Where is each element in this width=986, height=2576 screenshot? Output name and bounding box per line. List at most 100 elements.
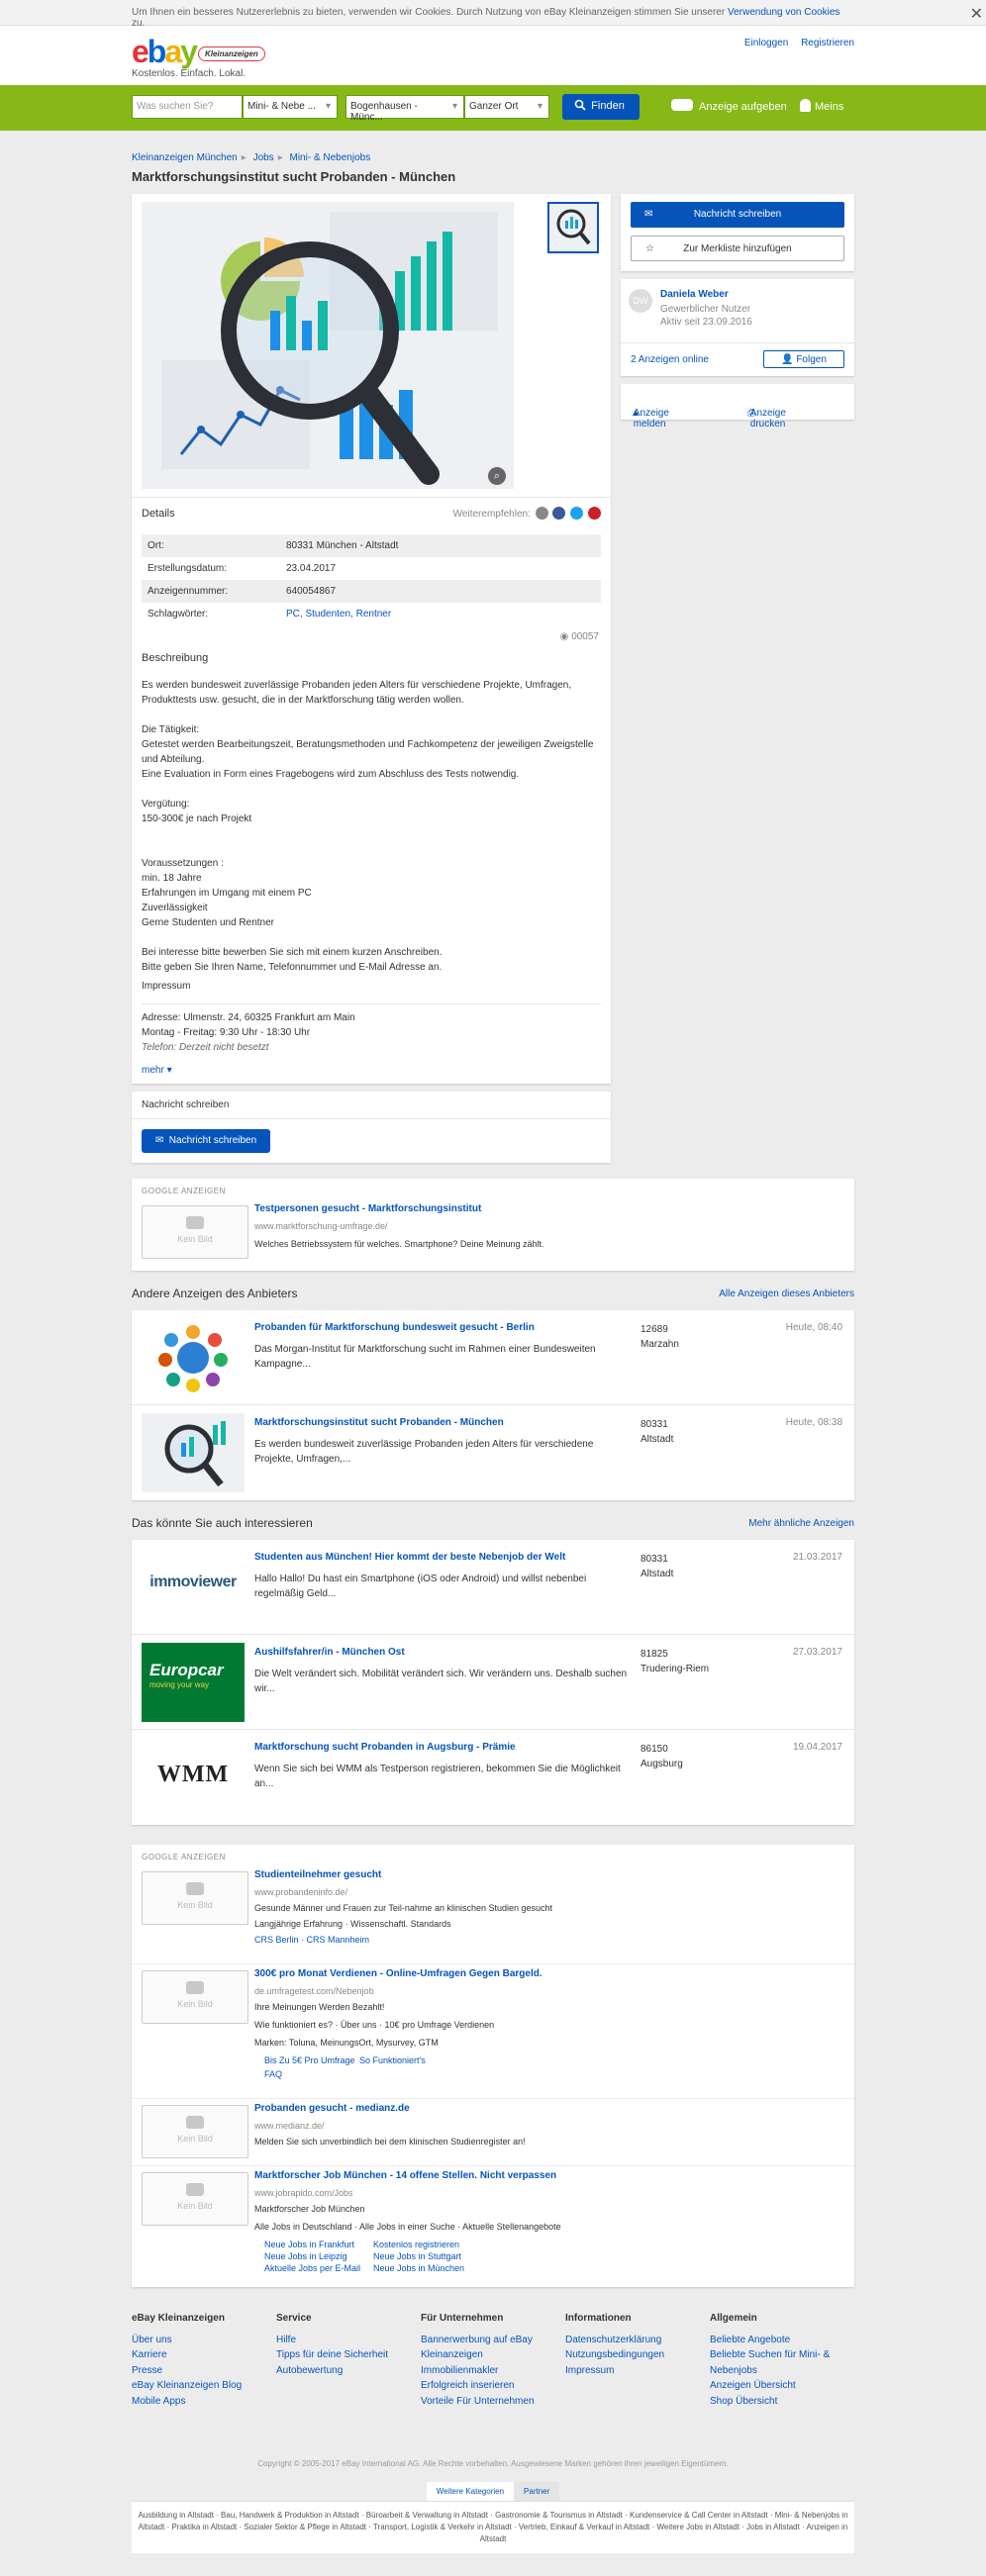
ad-title[interactable]: Studenten aus München! Hier kommt der be… [254,1552,565,1563]
more-similar-link[interactable]: Mehr ähnliche Anzeigen [748,1518,854,1529]
zoom-icon[interactable]: ⌕ [488,467,506,485]
tab-partner[interactable]: Partner [514,2482,560,2501]
footer-link[interactable]: Datenschutzerklärung [565,2333,704,2348]
footer-link[interactable]: Autobewertung [276,2363,415,2379]
find-button[interactable]: Finden [562,94,640,120]
list-item[interactable]: immoviewer Studenten aus München! Hier k… [132,1540,854,1635]
footer-link[interactable]: eBay Kleinanzeigen Blog [132,2378,270,2394]
immoviewer-logo[interactable]: immoviewer [142,1548,245,1627]
attribute-row: Erstellungsdatum: 23.04.2017 [148,563,337,574]
footer-link[interactable]: Vorteile Für Unternehmen [421,2394,559,2410]
list-item[interactable]: Marktforschungsinstitut sucht Probanden … [132,1405,854,1500]
location-input[interactable]: Bogenhausen - Münc... [345,95,464,123]
google-ad-sitelink[interactable]: Neue Jobs in Frankfurt [264,2240,354,2249]
google-ad-title[interactable]: 300€ pro Monat Verdienen - Online-Umfrag… [254,1968,542,1979]
footer-link[interactable]: Beliebte Suchen für Mini- & [710,2347,848,2363]
post-ad-link[interactable]: Anzeige aufgeben [671,99,787,113]
tab-more-categories[interactable]: Weitere Kategorien [426,2482,515,2501]
breadcrumb-item[interactable]: Mini- & Nebenjobs [290,152,371,163]
email-share-icon[interactable] [535,507,548,520]
ad-title[interactable]: Aushilfsfahrer/in - München Ost [254,1647,405,1658]
image-thumbnail[interactable] [547,202,599,253]
impressum-heading: Impressum [142,981,191,992]
seller-ads-link[interactable]: 2 Anzeigen online [631,354,709,365]
radius-select[interactable]: Ganzer Ort [464,95,549,119]
footer-link[interactable]: Immobilienmakler [421,2363,559,2379]
ad-thumbnail[interactable] [142,1318,245,1397]
no-image-placeholder: Kein Bild [142,1871,248,1925]
twitter-icon[interactable] [570,507,584,520]
no-image-placeholder: Kein Bild [142,2172,248,2226]
seller-type: Gewerblicher Nutzer [660,304,751,315]
no-image-placeholder: Kein Bild [142,2105,248,2158]
google-ad-url: www.medianz.de/ [254,2121,325,2131]
footer-link[interactable]: Nutzungsbedingungen [565,2347,704,2363]
footer-link[interactable]: Über uns [132,2333,270,2348]
my-account-label: Meins [815,101,844,113]
footer-link[interactable]: Presse [132,2363,270,2379]
ad-title[interactable]: Marktforschungsinstitut sucht Probanden … [254,1417,504,1428]
main-image[interactable] [142,202,514,489]
seller-name[interactable]: Daniela Weber [660,289,729,300]
google-ad-sitelink[interactable]: FAQ [264,2069,282,2079]
report-link[interactable]: ▲ Anzeige melden [631,396,669,429]
footer-link[interactable]: Mobile Apps [132,2394,270,2410]
all-seller-ads-link[interactable]: Alle Anzeigen dieses Anbieters [719,1288,854,1299]
footer-link[interactable]: Hilfe [276,2333,415,2348]
google-ad-sitelink[interactable]: So Funktioniert's [359,2055,426,2065]
ad-thumbnail[interactable] [142,1413,245,1492]
cookie-policy-link[interactable]: Verwendung von Cookies [728,7,839,18]
tags-link[interactable]: PC, Studenten, Rentner [280,603,601,625]
google-ad-sitelink[interactable]: Neue Jobs in Stuttgart [373,2251,461,2261]
watchlist-button[interactable]: ☆ Zur Merkliste hinzufügen [631,236,844,261]
google-ad-sitelink[interactable]: Neue Jobs in Leipzig [264,2251,347,2261]
google-ad-title[interactable]: Studienteilnehmer gesucht [254,1869,381,1880]
write-message-button[interactable]: ✉ Nachricht schreiben [142,1129,270,1153]
footer-link[interactable]: Karriere [132,2347,270,2363]
ad-title[interactable]: Probanden für Marktforschung bundesweit … [254,1322,535,1333]
google-ad-sitelink[interactable]: Kostenlos registrieren [373,2240,459,2249]
footer-link[interactable]: Kleinanzeigen [421,2347,559,2363]
google-ad-title[interactable]: Probanden gesucht - medianz.de [254,2103,410,2114]
search-input[interactable]: Was suchen Sie? [132,95,243,119]
wmm-logo[interactable]: WMM [142,1738,245,1817]
footer-link[interactable]: Beliebte Angebote [710,2333,848,2348]
sidebar-write-message-button[interactable]: ✉ Nachricht schreiben [631,202,844,228]
google-ad-title[interactable]: Marktforscher Job München - 14 offene St… [254,2170,556,2181]
login-link[interactable]: Einloggen [744,38,788,48]
pinterest-icon[interactable] [588,507,601,520]
google-ad-sitelink[interactable]: CRS Berlin · CRS Mannheim [254,1935,369,1945]
ad-title[interactable]: Marktforschung sucht Probanden in Augsbu… [254,1742,516,1753]
footer-link[interactable]: Impressum [565,2363,704,2379]
footer-link[interactable]: Erfolgreich inserieren [421,2378,559,2394]
footer-link[interactable]: Nebenjobs [710,2363,848,2379]
google-ad-sitelink[interactable]: Aktuelle Jobs per E-Mail [264,2263,360,2273]
footer-column: Allgemein Beliebte Angebote Beliebte Suc… [710,2311,848,2409]
facebook-icon[interactable] [552,507,566,520]
list-item[interactable]: Probanden für Marktforschung bundesweit … [132,1310,854,1405]
europcar-logo[interactable]: Europcar moving your way [142,1643,245,1722]
category-select[interactable]: Mini- & Nebe ... [243,95,338,119]
print-link[interactable]: ⎙ Anzeige drucken [747,396,786,429]
my-account-link[interactable]: Meins [800,99,843,113]
google-ad-sitelink[interactable]: Bis Zu 5€ Pro Umfrage [264,2055,355,2065]
google-ads-block: GOOGLE ANZEIGEN Kein Bild Studienteilneh… [132,1845,854,2287]
logo[interactable]: ebay Kleinanzeigen Kostenlos. Einfach. Lo… [132,34,265,79]
seo-links[interactable]: Ausbildung in Altstadt · Bau, Handwerk &… [132,2501,854,2553]
more-link[interactable]: mehr ▾ [142,1065,172,1076]
list-item[interactable]: Europcar moving your way Aushilfsfahrer/… [132,1635,854,1730]
sidebar: ✉ Nachricht schreiben ☆ Zur Merkliste hinz… [621,194,854,429]
google-ad-title[interactable]: Testpersonen gesucht - Marktforschungsin… [254,1203,481,1214]
footer-link[interactable]: Tipps für deine Sicherheit [276,2347,415,2363]
footer-link[interactable]: Bannerwerbung auf eBay [421,2333,559,2348]
footer-link[interactable]: Anzeigen Übersicht [710,2378,848,2394]
google-ad-sitelink[interactable]: Neue Jobs in München [373,2263,464,2273]
footer-link[interactable]: Shop Übersicht [710,2394,848,2410]
breadcrumb-item[interactable]: Kleinanzeigen München [132,152,238,163]
follow-button[interactable]: 👤 Folgen [763,350,844,368]
breadcrumb-item[interactable]: Jobs [253,152,274,163]
close-icon[interactable]: ✕ [970,4,983,24]
cookie-text: Um Ihnen ein besseres Nutzererlebnis zu … [132,7,726,18]
list-item[interactable]: WMM Marktforschung sucht Probanden in Au… [132,1730,854,1825]
register-link[interactable]: Registrieren [801,38,854,48]
